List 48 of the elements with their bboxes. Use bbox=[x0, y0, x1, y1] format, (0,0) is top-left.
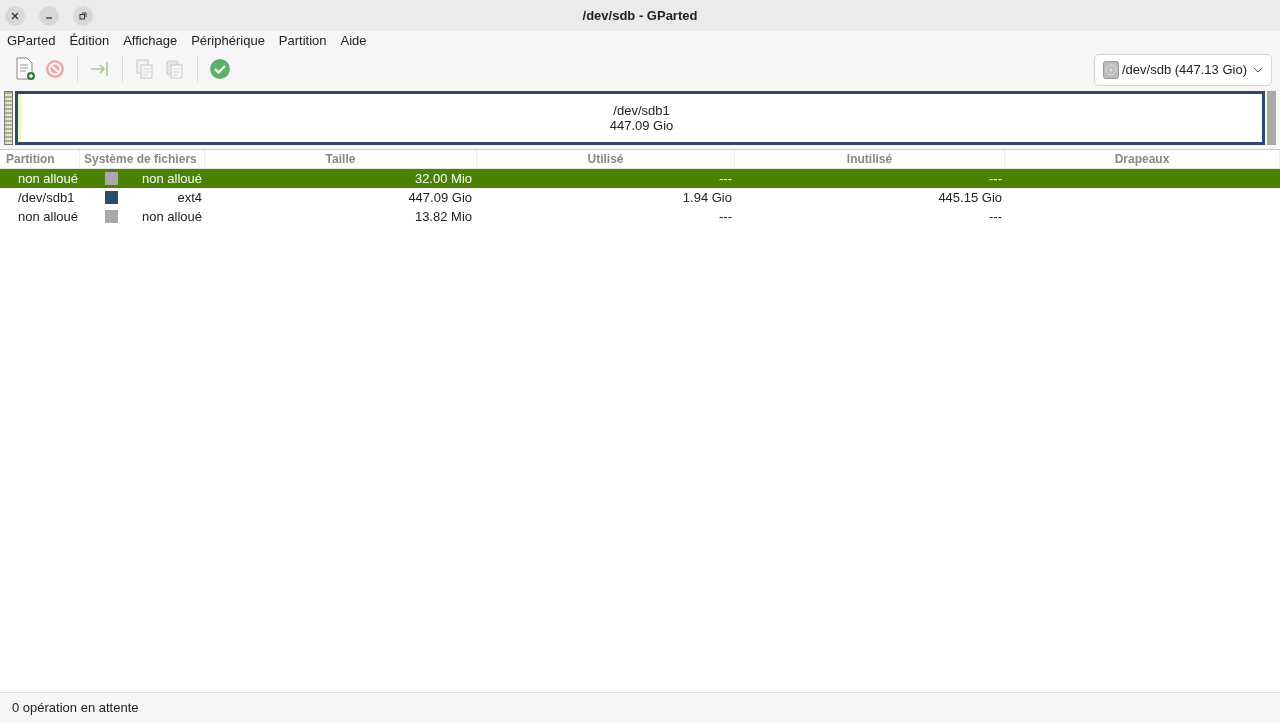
close-icon bbox=[11, 11, 19, 20]
table-cell: 1.94 Gio bbox=[682, 189, 732, 205]
table-cell: non alloué bbox=[18, 208, 78, 224]
window-title: /dev/sdb - GParted bbox=[582, 6, 698, 25]
partition-name: /dev/sdb1 bbox=[613, 103, 670, 118]
paste-icon bbox=[165, 58, 185, 80]
chevron-down-icon bbox=[1253, 66, 1263, 73]
table-cell: non alloué bbox=[18, 170, 78, 186]
column-header[interactable]: Inutilisé bbox=[846, 150, 893, 168]
table-cell: 32.00 Mio bbox=[414, 170, 472, 186]
status-text: 0 opération en attente bbox=[12, 699, 139, 718]
menu-item[interactable]: Édition bbox=[69, 31, 110, 51]
table-cell: --- bbox=[719, 208, 732, 224]
partition-segment[interactable]: /dev/sdb1 447.09 Gio bbox=[15, 91, 1265, 145]
column-header[interactable]: Partition bbox=[6, 150, 55, 168]
device-dropdown[interactable]: /dev/sdb (447.13 Gio) bbox=[1093, 53, 1272, 86]
menu-item[interactable]: Partition bbox=[278, 31, 327, 51]
restore-button[interactable] bbox=[73, 5, 93, 26]
delete-icon bbox=[44, 58, 66, 80]
column-header[interactable]: Système de fichiers bbox=[84, 150, 197, 168]
table-cell: 13.82 Mio bbox=[414, 208, 472, 224]
checkmark-icon bbox=[209, 58, 231, 80]
table-cell-text: ext4 bbox=[177, 188, 202, 207]
copy-icon bbox=[135, 58, 155, 80]
new-document-icon bbox=[14, 57, 36, 81]
column-header[interactable]: Taille bbox=[325, 150, 356, 168]
restore-icon bbox=[79, 11, 87, 20]
menu-item[interactable]: Aide bbox=[340, 31, 367, 51]
table-row[interactable]: /dev/sdb1 ext4 447.09 Gio 1.94 Gio 445.15 Gio bbox=[0, 188, 1280, 207]
table-cell: 447.09 Gio bbox=[408, 189, 472, 205]
minimize-button[interactable] bbox=[39, 5, 59, 26]
table-cell: --- bbox=[989, 170, 1002, 186]
column-header[interactable]: Utilisé bbox=[587, 150, 624, 168]
partition-size: 447.09 Gio bbox=[609, 118, 674, 133]
table-cell: --- bbox=[719, 170, 732, 186]
table-cell: --- bbox=[989, 208, 1002, 224]
close-button[interactable] bbox=[5, 5, 25, 26]
menu-item[interactable]: Affichage bbox=[123, 31, 178, 51]
table-cell-text: non alloué bbox=[142, 207, 202, 226]
menu-item[interactable]: Périphérique bbox=[191, 31, 265, 51]
table-cell: /dev/sdb1 bbox=[18, 189, 75, 205]
table-cell-text: non alloué bbox=[142, 169, 202, 188]
menu-item[interactable]: GParted bbox=[7, 31, 56, 51]
unallocated-segment[interactable] bbox=[4, 91, 13, 145]
table-cell: 445.15 Gio bbox=[938, 189, 1002, 205]
table-row[interactable]: non alloué non alloué 13.82 Mio --- --- bbox=[0, 207, 1280, 226]
table-row[interactable]: non alloué non alloué 32.00 Mio --- --- bbox=[0, 169, 1280, 188]
column-header[interactable]: Drapeaux bbox=[1114, 150, 1170, 168]
